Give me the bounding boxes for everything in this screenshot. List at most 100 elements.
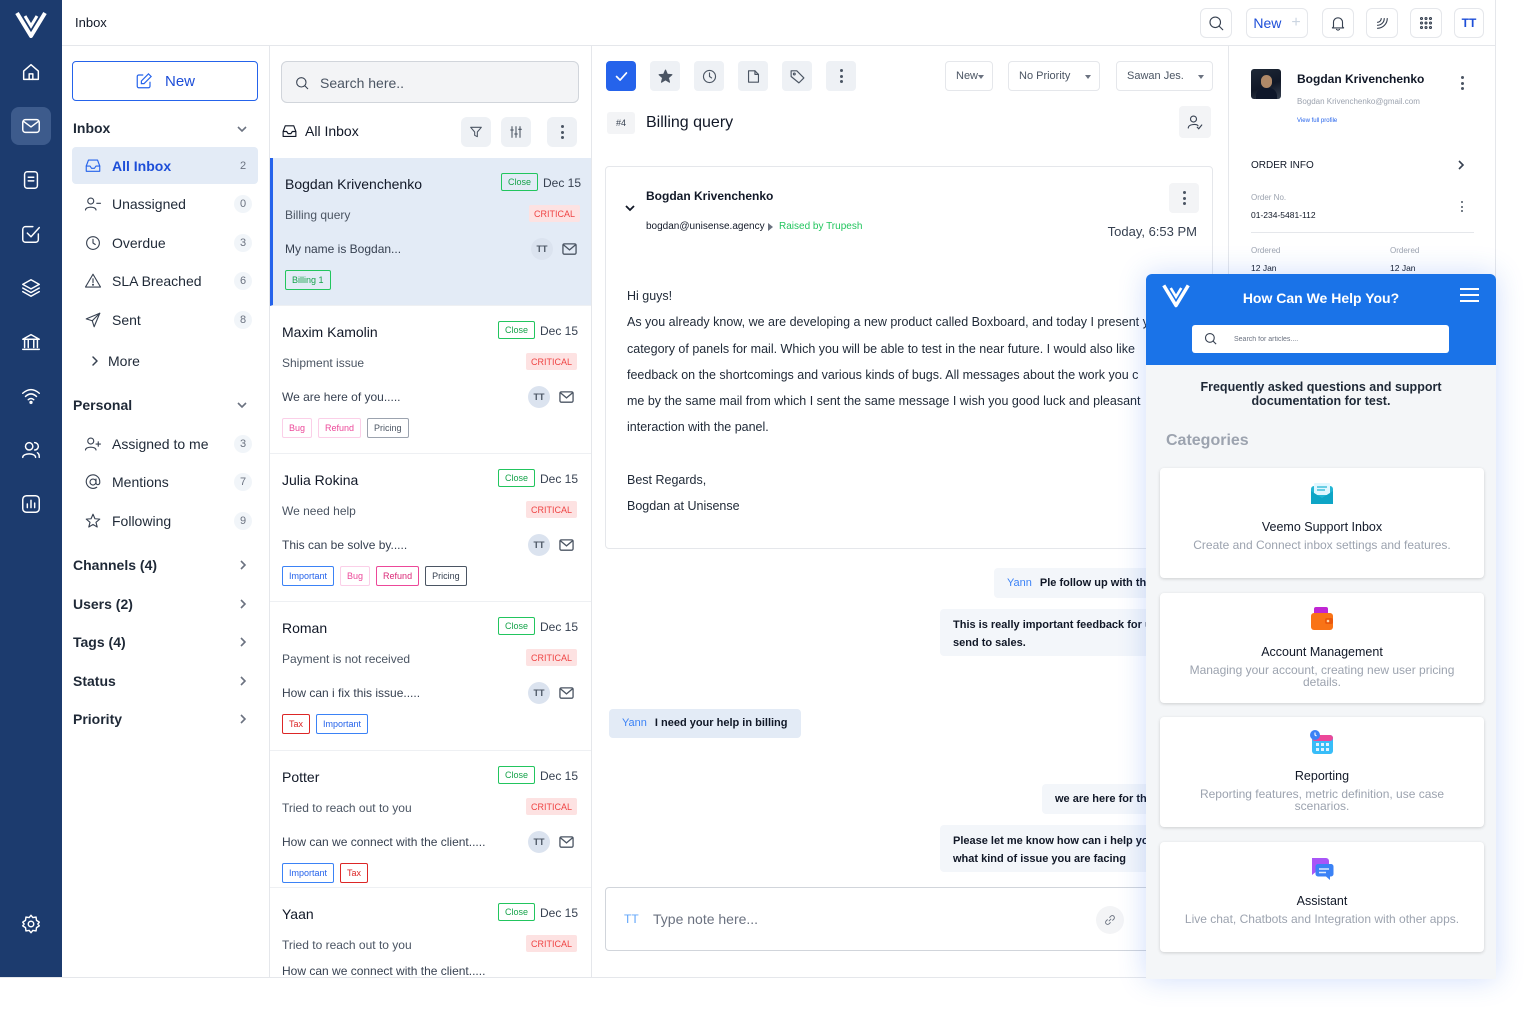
tag-chip[interactable]: Bug xyxy=(340,566,371,586)
chevron-down-icon[interactable] xyxy=(235,398,249,412)
conversation-subject: Payment is not received xyxy=(282,652,411,666)
priority-badge: CRITICAL xyxy=(526,935,578,952)
plus-icon: + xyxy=(1291,14,1301,31)
tag-chip[interactable]: Pricing xyxy=(425,566,467,586)
view-profile-link[interactable]: View full profile xyxy=(1297,118,1337,124)
settings-gear-icon[interactable] xyxy=(11,905,51,943)
conversation-item[interactable]: Julia Rokina Close Dec 15 We need help CRITI… xyxy=(270,454,591,602)
contact-more-button[interactable] xyxy=(1461,76,1464,90)
sidebar-group-status[interactable]: Status xyxy=(62,673,270,693)
conversation-item[interactable]: Yaan Close Dec 15 Tried to reach out to you… xyxy=(270,888,591,977)
priority-dropdown[interactable]: No Priority xyxy=(1008,61,1100,91)
top-new-button[interactable]: New + xyxy=(1246,8,1308,38)
sidebar-item-assigned-to-me[interactable]: Assigned to me 3 xyxy=(72,425,258,462)
tag-chip[interactable]: Important xyxy=(282,566,335,586)
count-badge: 7 xyxy=(234,473,252,491)
tag-chip[interactable]: Billing 1 xyxy=(285,270,331,290)
tag-chip[interactable]: Pricing xyxy=(367,418,409,438)
detail-more-button[interactable] xyxy=(826,61,856,91)
wallet-icon xyxy=(1308,605,1336,633)
home-icon[interactable] xyxy=(11,53,51,91)
tasks-icon[interactable] xyxy=(11,215,51,253)
send-icon xyxy=(84,311,102,329)
help-search-input[interactable] xyxy=(1234,331,1434,347)
inbox-nav-icon[interactable] xyxy=(11,107,51,145)
conversation-item[interactable]: Maxim Kamolin Close Dec 15 Shipment issue CR… xyxy=(270,306,591,454)
help-category-card[interactable]: Reporting Reporting features, metric defi… xyxy=(1160,717,1484,827)
count-badge: 2 xyxy=(239,159,247,172)
personal-section-header[interactable]: Personal xyxy=(73,397,132,413)
sidebar-item-overdue[interactable]: Overdue 3 xyxy=(72,224,258,261)
tag-list: Important Tax xyxy=(282,863,369,883)
tag-chip[interactable]: Tax xyxy=(340,863,369,883)
tag-chip[interactable]: Bug xyxy=(282,418,313,438)
assignee-dropdown[interactable]: Sawan Jes. xyxy=(1116,61,1213,91)
order-info-header[interactable]: ORDER INFO xyxy=(1251,160,1314,171)
sidebar-group-tags[interactable]: Tags (4) xyxy=(62,634,270,654)
collapse-chevron-icon[interactable] xyxy=(623,201,637,215)
attach-button[interactable] xyxy=(1096,906,1124,934)
conversation-item[interactable]: Potter Close Dec 15 Tried to reach out to y… xyxy=(270,751,591,888)
layers-icon[interactable] xyxy=(11,269,51,307)
sidebar-group-priority[interactable]: Priority xyxy=(62,711,270,731)
category-title: Veemo Support Inbox xyxy=(1261,520,1383,534)
user-check-icon xyxy=(1187,115,1203,130)
tag-button[interactable] xyxy=(782,61,812,91)
notifications-button[interactable] xyxy=(1322,8,1354,38)
tag-chip[interactable]: Refund xyxy=(318,418,362,438)
email-timestamp: Today, 6:53 PM xyxy=(1107,224,1197,239)
status-badge: Close xyxy=(498,903,536,921)
conversation-item[interactable]: Bogdan Krivenchenko Close Dec 15 Billing qu… xyxy=(270,158,591,306)
star-button[interactable] xyxy=(650,61,680,91)
help-category-card[interactable]: Account Management Managing your account,… xyxy=(1160,593,1484,703)
broadcast-button[interactable] xyxy=(1366,8,1398,38)
veemo-logo-icon[interactable] xyxy=(15,10,47,38)
tag-chip[interactable]: Refund xyxy=(376,566,420,586)
sidebar-item-sent[interactable]: Sent 8 xyxy=(72,301,258,338)
conversation-subject: Billing query xyxy=(285,208,351,222)
inbox-section-header[interactable]: Inbox xyxy=(73,120,110,136)
help-category-card[interactable]: Veemo Support Inbox Create and Connect in… xyxy=(1160,468,1484,578)
list-more-button[interactable] xyxy=(547,117,577,147)
email-more-button[interactable] xyxy=(1169,183,1199,213)
tag-chip[interactable]: Important xyxy=(316,714,369,734)
document-icon[interactable] xyxy=(11,161,51,199)
chevron-down-icon[interactable] xyxy=(235,122,249,136)
status-dropdown[interactable]: New xyxy=(945,61,993,91)
global-search-button[interactable] xyxy=(1200,8,1232,38)
sort-settings-button[interactable] xyxy=(501,117,531,147)
filter-button[interactable] xyxy=(461,117,491,147)
wifi-icon[interactable] xyxy=(11,377,51,415)
hamburger-menu-icon[interactable] xyxy=(1460,288,1479,302)
priority-badge: CRITICAL xyxy=(526,353,578,370)
note-input[interactable] xyxy=(653,908,1053,930)
user-avatar-button[interactable]: TT xyxy=(1454,8,1484,38)
count-badge: 3 xyxy=(234,434,252,453)
tag-chip[interactable]: Tax xyxy=(282,714,311,734)
new-conversation-button[interactable]: New xyxy=(72,61,258,101)
sidebar-item-following[interactable]: Following 9 xyxy=(72,502,258,539)
note-button[interactable] xyxy=(738,61,768,91)
bank-icon[interactable] xyxy=(11,323,51,361)
order-more-button[interactable] xyxy=(1461,201,1463,212)
search-input[interactable] xyxy=(320,72,560,94)
assign-user-button[interactable] xyxy=(1179,106,1211,138)
reports-icon[interactable] xyxy=(11,485,51,523)
conversation-item[interactable]: Roman Close Dec 15 Payment is not received C… xyxy=(270,602,591,751)
sidebar-group-users[interactable]: Users (2) xyxy=(62,596,270,616)
category-title: Reporting xyxy=(1294,769,1350,783)
sidebar-item-more[interactable]: More xyxy=(72,342,258,379)
contacts-icon[interactable] xyxy=(11,431,51,469)
sidebar-item-all-inbox[interactable]: All Inbox 2 xyxy=(72,147,258,184)
apps-grid-button[interactable] xyxy=(1410,8,1442,38)
chevron-right-icon[interactable] xyxy=(1455,159,1467,171)
snooze-button[interactable] xyxy=(694,61,724,91)
sidebar-item-unassigned[interactable]: Unassigned 0 xyxy=(72,186,258,223)
sidebar-group-channels[interactable]: Channels (4) xyxy=(62,557,270,577)
select-all-checkbox[interactable] xyxy=(606,61,636,91)
tag-chip[interactable]: Important xyxy=(282,863,335,883)
sidebar-item-sla-breached[interactable]: SLA Breached 6 xyxy=(72,263,258,300)
sidebar-item-mentions[interactable]: Mentions 7 xyxy=(72,464,258,501)
help-category-card[interactable]: Assistant Live chat, Chatbots and Integra… xyxy=(1160,842,1484,952)
mail-envelope-icon xyxy=(1308,480,1336,508)
